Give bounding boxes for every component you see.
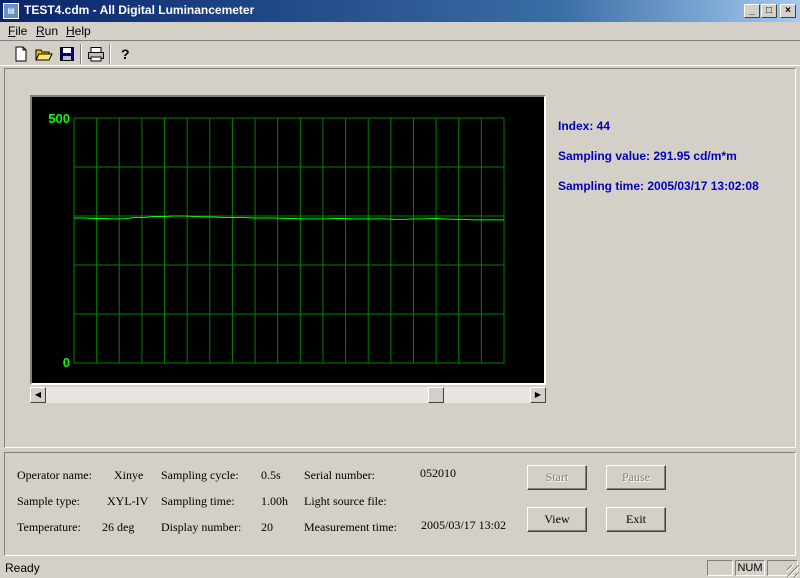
display-number-value: 20 [261, 520, 273, 534]
menu-help[interactable]: Help [66, 24, 91, 38]
luminance-series-line [74, 215, 504, 221]
measurement-time-value: 2005/03/17 13:02 [421, 518, 507, 532]
new-file-icon[interactable] [11, 44, 31, 64]
help-icon[interactable]: ? [115, 44, 135, 64]
window-title: TEST4.cdm - All Digital Luminancemeter [24, 3, 255, 17]
close-button[interactable]: × [780, 4, 796, 18]
menu-file[interactable]: File [8, 24, 27, 38]
status-text: Ready [5, 561, 40, 575]
status-pane-caps [707, 560, 733, 576]
sampling-time-label: Sampling time: [161, 494, 235, 508]
open-folder-icon[interactable] [34, 44, 54, 64]
scroll-thumb[interactable] [428, 387, 444, 403]
serial-number-label: Serial number: [304, 468, 375, 482]
operator-name-label: Operator name: [17, 468, 92, 482]
serial-number-value: 052010 [420, 466, 456, 480]
chart-scrollbar[interactable]: ◀ ▶ [30, 387, 546, 403]
status-pane-num: NUM [735, 560, 765, 576]
title-bar: ▤ TEST4.cdm - All Digital Luminancemeter… [0, 0, 800, 22]
y-tick-label-min: 0 [63, 355, 70, 370]
app-icon: ▤ [3, 3, 19, 19]
luminance-chart: 500 0 [30, 95, 546, 385]
sample-type-value: XYL-IV [107, 494, 149, 508]
scroll-right-button[interactable]: ▶ [530, 387, 546, 403]
view-button[interactable]: View [527, 507, 587, 532]
print-icon[interactable] [86, 44, 106, 64]
chart-svg: 500 0 [48, 111, 505, 370]
save-icon[interactable] [57, 44, 77, 64]
maximize-button[interactable]: □ [761, 4, 777, 18]
index-readout: Index: 44 [558, 119, 611, 133]
y-tick-label-max: 500 [48, 111, 70, 126]
status-bar: Ready NUM [0, 558, 800, 578]
sampling-value-readout: Sampling value: 291.95 cd/m*m [558, 149, 737, 163]
sampling-cycle-label: Sampling cycle: [161, 468, 239, 482]
exit-button[interactable]: Exit [606, 507, 666, 532]
scroll-left-button[interactable]: ◀ [30, 387, 46, 403]
sampling-time-readout: Sampling time: 2005/03/17 13:02:08 [558, 179, 759, 193]
temperature-value: 26 deg [102, 520, 135, 534]
sample-type-label: Sample type: [17, 494, 80, 508]
toolbar: ? [0, 40, 800, 66]
sampling-cycle-value: 0.5s [261, 468, 281, 482]
resize-grip[interactable] [787, 565, 799, 577]
toolbar-separator [109, 44, 111, 64]
light-source-file-label: Light source file: [304, 494, 387, 508]
minimize-button[interactable]: _ [744, 4, 760, 18]
start-button[interactable]: Start [527, 465, 587, 490]
menu-run[interactable]: Run [36, 24, 58, 38]
toolbar-separator [80, 44, 82, 64]
operator-name-value: Xinye [114, 468, 144, 482]
menu-bar: File Run Help [0, 22, 800, 40]
display-number-label: Display number: [161, 520, 242, 534]
sampling-time-value: 1.00h [261, 494, 288, 508]
pause-button[interactable]: Pause [606, 465, 666, 490]
svg-text:?: ? [121, 46, 130, 62]
temperature-label: Temperature: [17, 520, 81, 534]
measurement-time-label: Measurement time: [304, 520, 397, 534]
